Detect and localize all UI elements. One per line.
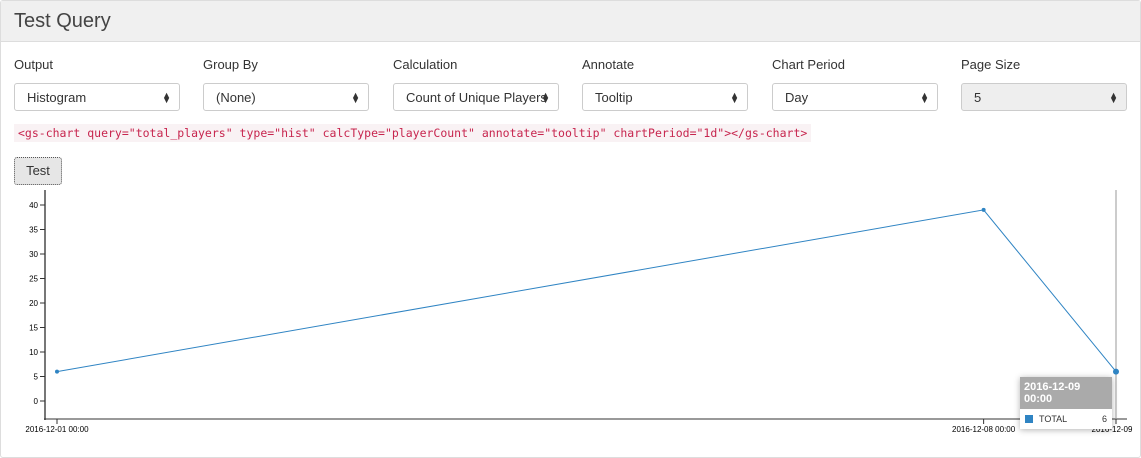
y-tick-label: 15	[29, 324, 38, 333]
line-chart: 0 5 10 15 20 25 30 35 40 2016-12-01 00:00 2016-12-…	[25, 190, 1133, 434]
tooltip-title: 2016-12-09 00:00	[1020, 377, 1112, 409]
data-point	[1113, 368, 1119, 375]
x-tick-label: 2016-12-08 00:00	[952, 425, 1016, 434]
series-swatch	[1025, 415, 1033, 423]
y-tick-label: 30	[29, 250, 38, 259]
data-point	[981, 207, 986, 212]
y-tick-label: 20	[29, 299, 38, 308]
tooltip-value: 6	[1101, 414, 1107, 424]
y-tick-label: 0	[34, 397, 39, 406]
data-point	[55, 369, 59, 374]
series-line	[56, 209, 1117, 373]
x-tick-label: 2016-12-01 00:00	[25, 425, 89, 434]
chart-tooltip: 2016-12-09 00:00 TOTAL 6	[1020, 377, 1112, 429]
tooltip-series: TOTAL	[1039, 414, 1068, 424]
y-tick-label: 40	[29, 201, 38, 210]
y-tick-label: 10	[29, 348, 38, 357]
y-tick-label: 5	[34, 373, 39, 382]
y-tick-label: 25	[29, 275, 38, 284]
y-tick-label: 35	[29, 226, 38, 235]
